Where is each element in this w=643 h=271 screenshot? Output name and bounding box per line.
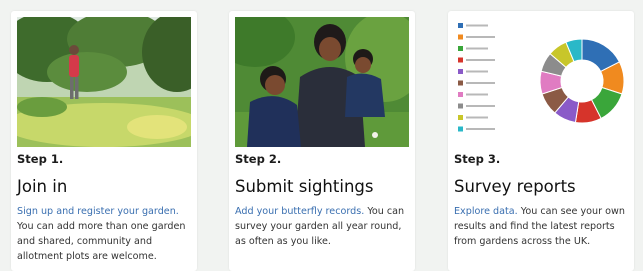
legend-label-placeholder (466, 24, 488, 27)
legend-swatch (458, 34, 463, 40)
legend-label-placeholder (466, 59, 495, 61)
legend-swatch (458, 57, 463, 63)
add-records-link[interactable]: Add your butterfly records. (235, 206, 364, 217)
explore-data-link[interactable]: Explore data. (454, 206, 518, 217)
card-text: You can add more than one garden and sha… (17, 221, 186, 262)
legend-label-placeholder (466, 128, 495, 130)
legend-swatch (458, 80, 463, 86)
card-title: Join in (17, 177, 68, 196)
step-label: Step 1. (17, 152, 64, 166)
legend-swatch (458, 115, 463, 120)
step-label: Step 2. (235, 152, 282, 166)
legend-swatch (458, 23, 463, 28)
card-title: Submit sightings (235, 177, 374, 196)
report-chart-image (454, 17, 628, 147)
legend-swatch (458, 69, 463, 74)
donut-chart (458, 23, 625, 132)
sign-up-link[interactable]: Sign up and register your garden. (17, 206, 179, 217)
step-card-3: Step 3. Survey reports Explore data. You… (448, 11, 634, 271)
chart-legend (458, 23, 495, 132)
step-card-1: Step 1. Join in Sign up and register you… (11, 11, 197, 271)
legend-label-placeholder (466, 82, 495, 84)
garden-photo (17, 17, 191, 147)
step-label: Step 3. (454, 152, 501, 166)
legend-label-placeholder (466, 47, 488, 50)
legend-label-placeholder (466, 116, 488, 119)
card-description: Add your butterfly records. You can surv… (235, 204, 413, 249)
legend-label-placeholder (466, 36, 495, 38)
card-title: Survey reports (454, 177, 576, 196)
legend-swatch (458, 126, 463, 132)
donut-slices (539, 38, 625, 124)
family-photo (235, 17, 409, 147)
legend-label-placeholder (466, 105, 495, 107)
card-description: Sign up and register your garden. You ca… (17, 204, 195, 264)
legend-label-placeholder (466, 93, 488, 96)
legend-label-placeholder (466, 70, 488, 73)
card-description: Explore data. You can see your own resul… (454, 204, 632, 249)
legend-swatch (458, 103, 463, 109)
step-card-2: Step 2. Submit sightings Add your butter… (229, 11, 415, 271)
legend-swatch (458, 92, 463, 97)
legend-swatch (458, 46, 463, 51)
